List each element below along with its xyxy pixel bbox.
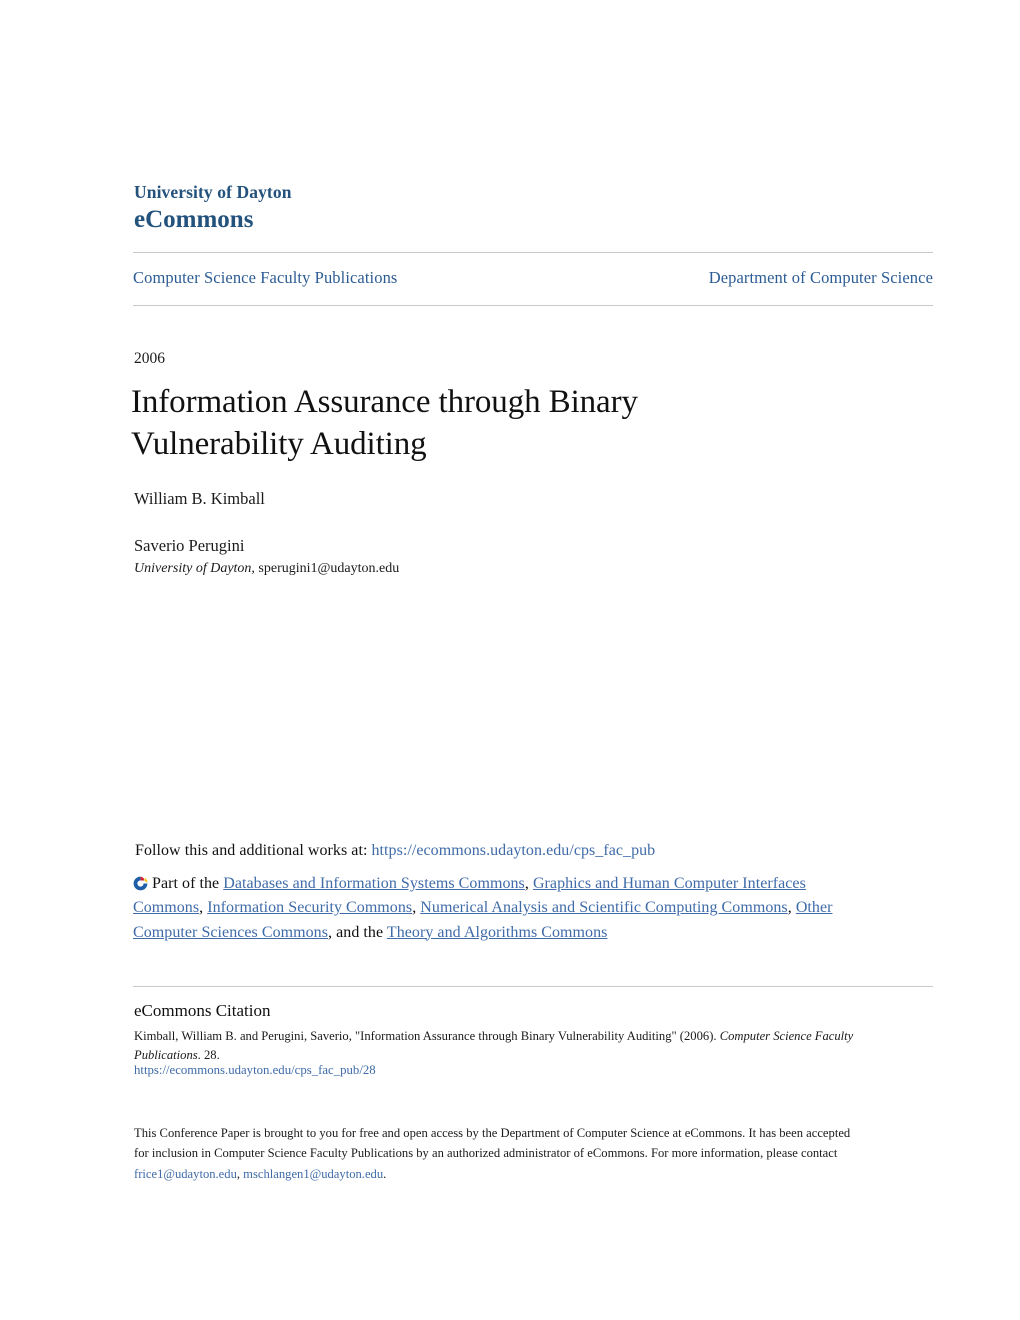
footer-contact-email-2[interactable]: mschlangen1@udayton.edu — [243, 1167, 383, 1181]
subject-commons-lead: Part of the — [152, 875, 224, 892]
masthead-repository: eCommons — [134, 205, 254, 233]
citation-heading: eCommons Citation — [134, 1001, 271, 1020]
footer-text-part-2: . — [383, 1166, 387, 1181]
author-name-2: Saverio Perugini — [134, 536, 245, 555]
digital-commons-network-icon — [133, 876, 148, 891]
subject-separator-1: , — [524, 875, 533, 892]
follow-works-link[interactable]: https://ecommons.udayton.edu/cps_fac_pub — [372, 842, 656, 859]
masthead-institution: University of Dayton — [134, 182, 292, 202]
masthead: University of Dayton eCommons — [134, 182, 292, 234]
citation-text: Kimball, William B. and Perugini, Saveri… — [134, 1027, 886, 1065]
follow-works-line: Follow this and additional works at: htt… — [135, 842, 655, 860]
subject-link-numerical-analysis-and-scientific-computing[interactable]: Numerical Analysis and Scientific Comput… — [420, 899, 787, 916]
nav-collection-link[interactable]: Computer Science Faculty Publications — [133, 268, 397, 288]
author-name-1: William B. Kimball — [134, 489, 265, 508]
divider-below-nav — [133, 305, 933, 306]
author-institution: University of Dayton — [134, 561, 252, 576]
subject-link-theory-and-algorithms[interactable]: Theory and Algorithms Commons — [387, 924, 608, 941]
divider-top — [133, 252, 933, 253]
subject-separator-4: , — [787, 899, 796, 917]
subject-link-information-security[interactable]: Information Security Commons — [207, 899, 412, 916]
footer-text-part-1: This Conference Paper is brought to you … — [134, 1126, 851, 1161]
citation-text-part-2: . 28. — [197, 1048, 220, 1063]
author-email: sperugini1@udayton.edu — [258, 561, 400, 576]
author-affiliation-2: University of Dayton, sperugini1@udayton… — [134, 561, 399, 577]
document-page: University of Dayton eCommons Computer S… — [0, 0, 1020, 1320]
citation-text-part-1: Kimball, William B. and Perugini, Saveri… — [134, 1029, 720, 1043]
follow-works-label: Follow this and additional works at: — [135, 842, 372, 859]
subject-link-databases-and-information-systems[interactable]: Databases and Information Systems Common… — [223, 875, 525, 892]
publication-year: 2006 — [134, 350, 165, 367]
nav-department-link[interactable]: Department of Computer Science — [709, 268, 933, 288]
subject-conjunction: , and the — [328, 923, 387, 941]
page-title: Information Assurance through Binary Vul… — [131, 384, 638, 462]
subject-commons-list: Part of the Databases and Information Sy… — [133, 872, 859, 945]
citation-url-link[interactable]: https://ecommons.udayton.edu/cps_fac_pub… — [134, 1063, 376, 1078]
footer-notice: This Conference Paper is brought to you … — [134, 1123, 862, 1184]
footer-contact-email-1[interactable]: frice1@udayton.edu — [134, 1167, 237, 1181]
divider-above-citation — [133, 986, 933, 987]
breadcrumb: Computer Science Faculty Publications De… — [133, 268, 933, 288]
